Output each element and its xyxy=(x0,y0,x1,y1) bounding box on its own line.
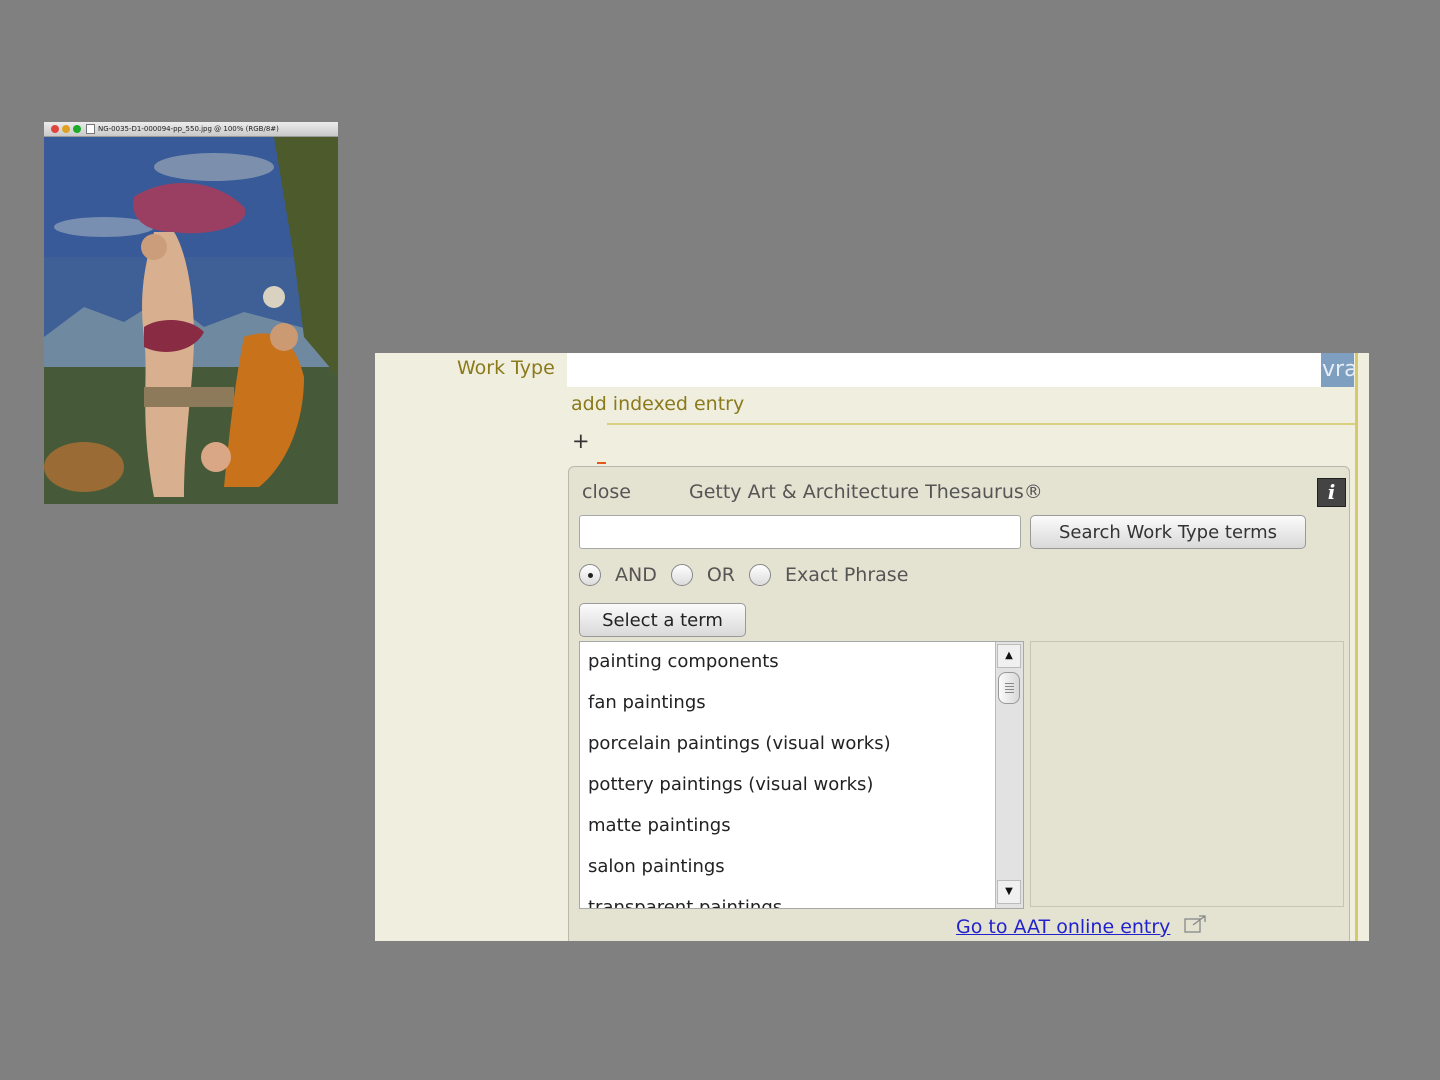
radio-and[interactable] xyxy=(579,564,601,586)
search-input[interactable] xyxy=(579,515,1021,549)
list-item[interactable]: porcelain paintings (visual works) xyxy=(588,733,891,754)
info-icon[interactable]: i xyxy=(1317,478,1346,507)
add-entry-button[interactable]: + xyxy=(572,429,590,453)
scroll-thumb[interactable] xyxy=(998,672,1020,704)
match-options: AND OR Exact Phrase xyxy=(579,564,922,586)
vra-badge[interactable]: vra xyxy=(1321,353,1354,387)
work-type-label: Work Type xyxy=(457,357,555,379)
image-window: NG-0035-D1-000094-pp_550.jpg @ 100% (RGB… xyxy=(44,122,338,504)
term-detail-pane xyxy=(1030,641,1344,907)
painting-image xyxy=(44,137,338,504)
search-work-type-button[interactable]: Search Work Type terms xyxy=(1030,515,1306,549)
window-close-icon[interactable] xyxy=(51,125,59,133)
list-item[interactable]: painting components xyxy=(588,651,779,672)
external-link-icon[interactable] xyxy=(1184,914,1208,934)
radio-exact-phrase-label: Exact Phrase xyxy=(785,564,909,586)
document-icon xyxy=(86,124,95,134)
scrollbar[interactable]: ▲ ▼ xyxy=(995,642,1023,908)
radio-and-label: AND xyxy=(615,564,657,586)
window-minimize-icon[interactable] xyxy=(62,125,70,133)
image-window-title: NG-0035-D1-000094-pp_550.jpg @ 100% (RGB… xyxy=(98,125,279,133)
close-button[interactable]: close xyxy=(582,481,631,503)
radio-or[interactable] xyxy=(670,564,693,586)
thesaurus-box: close Getty Art & Architecture Thesaurus… xyxy=(568,466,1350,941)
panel-right-rule xyxy=(1355,353,1358,941)
window-zoom-icon[interactable] xyxy=(73,125,81,133)
work-type-field[interactable] xyxy=(567,353,1322,387)
add-indexed-entry-label: add indexed entry xyxy=(571,393,745,415)
list-item[interactable]: salon paintings xyxy=(588,856,725,877)
divider xyxy=(607,423,1355,425)
radio-exact-phrase[interactable] xyxy=(749,564,772,586)
list-item[interactable]: matte paintings xyxy=(588,815,731,836)
term-list[interactable]: painting components fan paintings porcel… xyxy=(579,641,1024,909)
list-item[interactable]: pottery paintings (visual works) xyxy=(588,774,873,795)
radio-or-label: OR xyxy=(706,564,736,586)
scroll-up-arrow-icon[interactable]: ▲ xyxy=(997,644,1021,668)
orange-marker xyxy=(597,462,606,464)
aat-online-entry-link[interactable]: Go to AAT online entry xyxy=(956,916,1170,938)
list-item[interactable]: transparent paintings xyxy=(588,897,782,908)
select-term-button[interactable]: Select a term xyxy=(579,603,746,637)
list-item[interactable]: fan paintings xyxy=(588,692,706,713)
image-window-titlebar: NG-0035-D1-000094-pp_550.jpg @ 100% (RGB… xyxy=(44,122,338,137)
form-panel: Work Type vra add indexed entry + close … xyxy=(375,353,1369,941)
thesaurus-title: Getty Art & Architecture Thesaurus® xyxy=(689,481,1043,503)
scroll-down-arrow-icon[interactable]: ▼ xyxy=(997,880,1021,904)
